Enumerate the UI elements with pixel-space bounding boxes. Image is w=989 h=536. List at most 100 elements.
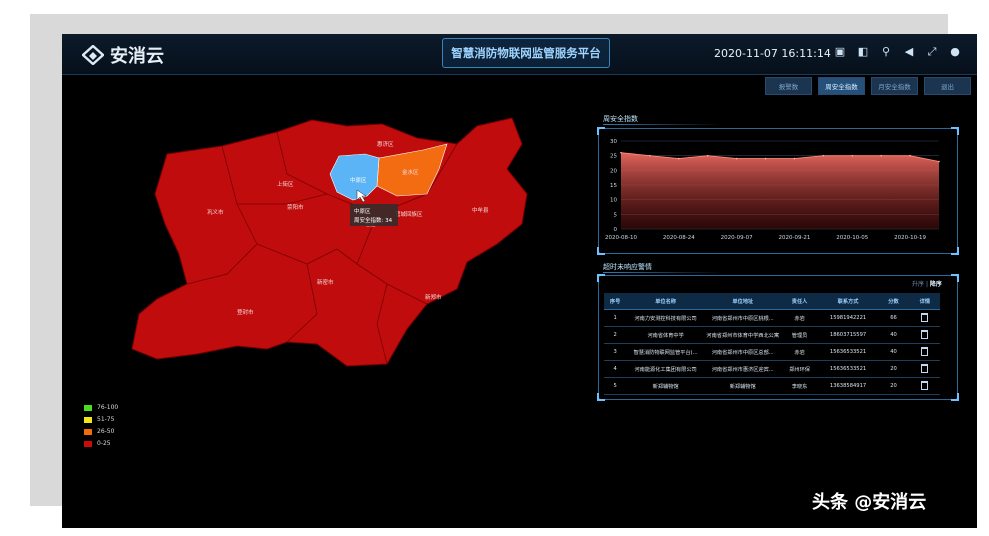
alarm-table: 序号 单位名称 单位地址 责任人 联系方式 分数 详情 1 河南力安测控科技有限… <box>604 293 940 395</box>
alarm-count-button[interactable]: 报警数 <box>765 77 812 95</box>
legend-item[interactable]: 76-100 <box>84 402 118 413</box>
cell-person: 赤岩 <box>780 309 819 327</box>
region-label-gongyi: 巩义市 <box>207 208 224 216</box>
sort-asc-button[interactable]: 升序 <box>912 281 924 288</box>
fullscreen-icon[interactable]: ⤢ <box>926 46 938 58</box>
col-header: 序号 <box>604 293 627 310</box>
zhengzhou-map: 惠济区 金水区 中原区 二七区 管城回族区 上街区 荥阳市 巩义市 新郑市 新密… <box>127 114 537 378</box>
user-icon[interactable]: ● <box>949 46 961 58</box>
table-row[interactable]: 1 河南力安测控科技有限公司 河南省郑州市中原区桃根... 赤岩 1598194… <box>604 309 940 327</box>
cell-unit: 河南省体育中学 <box>626 326 705 344</box>
data-point <box>793 157 796 160</box>
location-icon[interactable]: ⚲ <box>880 46 892 58</box>
top-bar: 安消云 智慧消防物联网监管服务平台 2020-11-07 16:11:14 ▣ … <box>62 34 977 75</box>
table-panel-title: 超时未响应警情 <box>603 263 723 273</box>
legend-label: 0-25 <box>97 440 111 447</box>
legend-item[interactable]: 0-25 <box>84 438 118 449</box>
dashboard-screen: 安消云 智慧消防物联网监管服务平台 2020-11-07 16:11:14 ▣ … <box>62 34 977 528</box>
data-point <box>880 154 882 157</box>
table-header-row: 序号 单位名称 单位地址 责任人 联系方式 分数 详情 <box>604 293 940 310</box>
cell-phone: 13638584917 <box>818 377 878 395</box>
y-tick-label: 25 <box>610 154 617 160</box>
region-label-dengfeng: 登封市 <box>237 308 254 316</box>
monthly-safety-index-button[interactable]: 月安全指数 <box>871 77 918 95</box>
map-region-outline[interactable] <box>131 117 528 367</box>
sort-desc-button[interactable]: 降序 <box>930 281 942 288</box>
x-tick-label: 2020-08-24 <box>663 235 695 241</box>
logo-icon <box>82 45 104 65</box>
monitor-icon[interactable]: ▣ <box>834 46 846 58</box>
watermark: 头条 @安消云 <box>812 492 927 513</box>
x-tick-label: 2020-09-07 <box>721 235 753 241</box>
cell-unit: 河南能源化工集团有限公司 <box>626 360 705 378</box>
region-label-xinzheng: 新郑市 <box>425 293 442 301</box>
trash-icon[interactable] <box>921 380 929 390</box>
weekly-safety-index-button[interactable]: 周安全指数 <box>818 77 865 95</box>
x-tick-label: 2020-08-10 <box>605 235 637 241</box>
cell-detail <box>909 343 940 361</box>
cell-unit: 新郑辅物馆 <box>626 377 705 395</box>
cell-score: 20 <box>877 377 910 395</box>
exit-button[interactable]: 退出 <box>924 77 971 95</box>
trash-icon[interactable] <box>921 363 929 373</box>
y-tick-label: 0 <box>614 227 618 233</box>
region-label-shangjie: 上街区 <box>277 180 294 188</box>
table-row[interactable]: 5 新郑辅物馆 新郑辅物馆 李晓东 13638584917 20 <box>604 377 940 395</box>
x-tick-label: 2020-09-21 <box>778 235 810 241</box>
data-point <box>851 154 854 157</box>
legend-item[interactable]: 51-75 <box>84 414 118 425</box>
legend-label: 51-75 <box>97 416 115 423</box>
cell-detail <box>909 309 940 327</box>
data-point <box>764 157 767 160</box>
cell-address: 河南省郑州市中原区总部... <box>705 343 781 361</box>
cell-unit: 智慧消防物联网监管平台(... <box>626 343 705 361</box>
col-header: 责任人 <box>780 293 819 310</box>
data-point <box>620 151 622 154</box>
region-label-zhongmou: 中牟县 <box>472 206 489 214</box>
table-row[interactable]: 2 河南省体育中学 河南省郑州市体育中学西北公寓 管理员 18603715597… <box>604 326 940 344</box>
cell-score: 40 <box>877 343 910 361</box>
cell-score: 20 <box>877 360 910 378</box>
table-row[interactable]: 4 河南能源化工集团有限公司 河南省郑州市惠济区迎宾... 郑州环保 15636… <box>604 360 940 378</box>
trash-icon[interactable] <box>921 312 929 322</box>
series-area <box>621 152 939 229</box>
legend-label: 76-100 <box>97 404 119 411</box>
region-label-xinmi: 新密市 <box>317 278 334 286</box>
logo: 安消云 <box>82 42 164 68</box>
sort-separator: | <box>925 281 928 288</box>
region-label-xingyang: 荥阳市 <box>287 203 304 211</box>
y-tick-label: 10 <box>610 198 617 204</box>
cell-person: 李晓东 <box>780 377 819 395</box>
legend-item[interactable]: 26-50 <box>84 426 118 437</box>
y-tick-label: 20 <box>610 168 617 174</box>
region-label-zhongyuan: 中原区 <box>350 176 367 184</box>
volume-icon[interactable]: ◀ <box>903 46 915 58</box>
data-point <box>706 154 709 157</box>
col-header: 单位地址 <box>705 293 781 310</box>
region-label-guancheng: 管城回族区 <box>395 210 423 218</box>
cell-detail <box>909 326 940 344</box>
col-header: 单位名称 <box>626 293 705 310</box>
data-point <box>678 157 680 160</box>
x-tick-label: 2020-10-19 <box>894 235 926 241</box>
data-point <box>938 160 940 163</box>
cell-index: 1 <box>604 309 627 327</box>
cell-phone: 15636533521 <box>818 360 878 378</box>
map-tooltip: 中原区 周安全指数: 34 <box>350 204 398 226</box>
cell-address: 河南省郑州市惠济区迎宾... <box>705 360 781 378</box>
x-tick-label: 2020-10-05 <box>836 235 868 241</box>
tooltip-region: 中原区 <box>354 207 371 215</box>
logo-text: 安消云 <box>110 46 164 67</box>
toolbar-icons: ▣ ◧ ⚲ ◀ ⤢ ● <box>834 46 961 58</box>
cell-phone: 15981942221 <box>818 309 878 327</box>
tooltip-value: 周安全指数: 34 <box>354 216 393 224</box>
col-header: 联系方式 <box>818 293 878 310</box>
y-tick-label: 30 <box>610 139 617 145</box>
notebook-icon[interactable]: ◧ <box>857 46 869 58</box>
trash-icon[interactable] <box>921 346 929 356</box>
trash-icon[interactable] <box>921 329 929 339</box>
table-row[interactable]: 3 智慧消防物联网监管平台(... 河南省郑州市中原区总部... 赤岩 1563… <box>604 343 940 361</box>
data-point <box>735 157 738 160</box>
cell-score: 66 <box>877 309 910 327</box>
cell-address: 新郑辅物馆 <box>705 377 781 395</box>
